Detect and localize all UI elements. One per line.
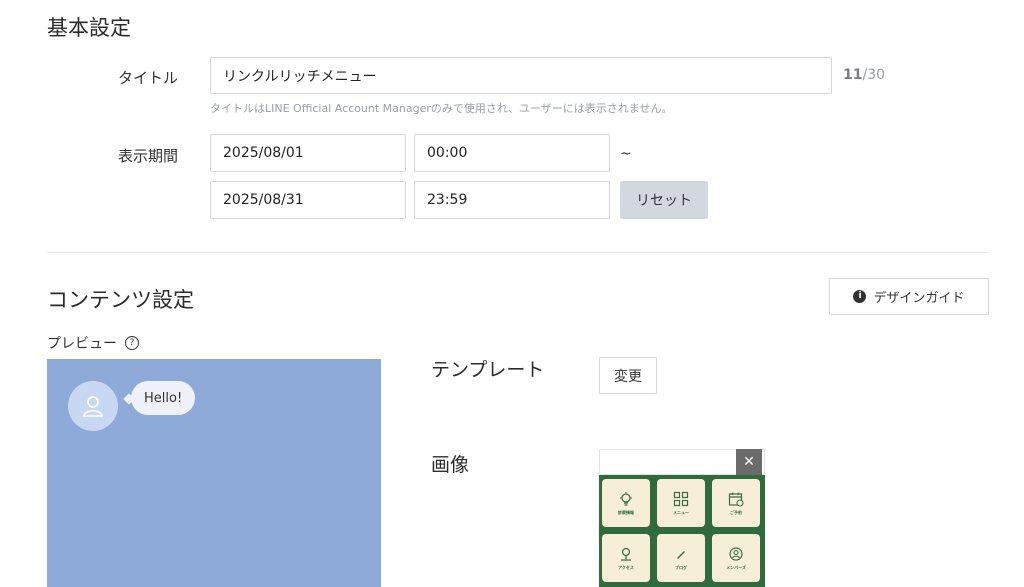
menu-tile-6-caption: メンバーズ bbox=[726, 564, 746, 570]
image-label: 画像 bbox=[431, 454, 470, 476]
start-date-input[interactable]: 2025/08/01 bbox=[210, 134, 406, 172]
menu-tile-1-caption: 診察情報 bbox=[618, 509, 634, 515]
menu-tile-5-caption: ブログ bbox=[675, 564, 687, 570]
menu-tile-4-caption: アクセス bbox=[618, 564, 634, 570]
start-time-input[interactable]: 00:00 bbox=[414, 134, 610, 172]
template-label: テンプレート bbox=[431, 359, 545, 381]
rich-menu-image: 診察情報 メニュー ご予約 アクセス ブログ メンバーズ bbox=[599, 475, 765, 587]
map-pin-icon bbox=[621, 547, 631, 561]
lightbulb-icon bbox=[620, 491, 632, 506]
user-icon bbox=[83, 396, 103, 417]
title-label: タイトル bbox=[118, 69, 179, 87]
speech-bubble: Hello! bbox=[131, 381, 196, 415]
period-tilde: ~ bbox=[620, 146, 632, 162]
start-date-value: 2025/08/01 bbox=[223, 145, 304, 161]
title-hint: タイトルはLINE Official Account Managerのみで使用さ… bbox=[210, 102, 673, 115]
char-count: 11 bbox=[843, 67, 863, 83]
design-guide-button[interactable]: i デザインガイド bbox=[829, 278, 989, 315]
menu-tile-3: ご予約 bbox=[712, 479, 760, 527]
char-max: /30 bbox=[862, 67, 886, 83]
end-time-input[interactable]: 23:59 bbox=[414, 181, 610, 219]
menu-tile-2-caption: メニュー bbox=[673, 509, 689, 515]
template-change-button[interactable]: 変更 bbox=[599, 357, 657, 394]
section-divider bbox=[47, 252, 988, 253]
display-period-label: 表示期間 bbox=[118, 147, 179, 165]
end-time-value: 23:59 bbox=[427, 192, 468, 208]
title-char-counter: 11/30 bbox=[843, 67, 885, 83]
grid-icon bbox=[673, 491, 689, 506]
design-guide-label: デザインガイド bbox=[873, 291, 965, 306]
help-icon[interactable]: ? bbox=[125, 336, 139, 350]
preview-label: プレビュー bbox=[47, 336, 117, 352]
content-settings-heading: コンテンツ設定 bbox=[47, 288, 194, 312]
menu-tile-3-caption: ご予約 bbox=[730, 509, 742, 515]
remove-image-button[interactable]: ✕ bbox=[736, 449, 762, 475]
end-date-input[interactable]: 2025/08/31 bbox=[210, 181, 406, 219]
avatar bbox=[68, 381, 118, 431]
menu-tile-6: メンバーズ bbox=[712, 534, 760, 582]
start-time-value: 00:00 bbox=[427, 145, 468, 161]
menu-tile-5: ブログ bbox=[657, 534, 705, 582]
reset-button[interactable]: リセット bbox=[620, 181, 708, 219]
menu-tile-1: 診察情報 bbox=[602, 479, 650, 527]
menu-tile-2: メニュー bbox=[657, 479, 705, 527]
end-date-value: 2025/08/31 bbox=[223, 192, 304, 208]
info-icon: i bbox=[853, 290, 867, 303]
preview-label-row: プレビュー ? bbox=[47, 333, 139, 353]
basic-settings-heading: 基本設定 bbox=[47, 16, 131, 40]
menu-tile-4: アクセス bbox=[602, 534, 650, 582]
title-input[interactable]: リンクルリッチメニュー bbox=[210, 57, 832, 94]
preview-panel: Hello! bbox=[47, 359, 381, 587]
calendar-icon bbox=[728, 492, 744, 507]
pencil-icon bbox=[677, 550, 685, 559]
member-icon bbox=[729, 546, 743, 561]
title-input-value: リンクルリッチメニュー bbox=[223, 68, 377, 85]
